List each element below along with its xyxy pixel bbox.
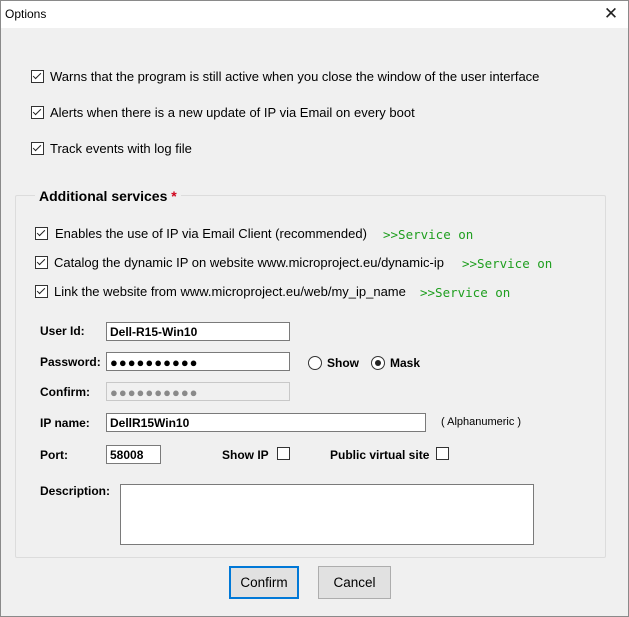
port-label: Port: xyxy=(40,448,68,462)
service-catalog-label: Catalog the dynamic IP on website www.mi… xyxy=(54,255,444,270)
service-catalog-checkbox[interactable] xyxy=(35,256,48,269)
public-virtual-site-checkbox[interactable] xyxy=(436,447,449,460)
track-events-label: Track events with log file xyxy=(50,141,192,156)
confirm-password-label: Confirm: xyxy=(40,385,90,399)
service-email-client-checkbox[interactable] xyxy=(35,227,48,240)
description-label: Description: xyxy=(40,484,111,498)
user-id-label: User Id: xyxy=(40,324,85,338)
public-virtual-site-label: Public virtual site xyxy=(330,448,430,462)
service-email-client-label: Enables the use of IP via Email Client (… xyxy=(55,226,367,241)
warn-active-checkbox[interactable] xyxy=(31,70,44,83)
show-password-label: Show xyxy=(327,356,359,370)
title-bar: Options ✕ xyxy=(1,1,628,28)
user-id-input[interactable]: Dell-R15-Win10 xyxy=(106,322,290,341)
port-input[interactable]: 58008 xyxy=(106,445,161,464)
required-marker: * xyxy=(171,188,177,204)
cancel-button[interactable]: Cancel xyxy=(318,566,391,599)
password-label: Password: xyxy=(40,355,101,369)
service-catalog-status: >>Service on xyxy=(462,256,553,271)
password-input[interactable]: ●●●●●●●●●● xyxy=(106,352,290,371)
mask-password-radio[interactable] xyxy=(371,356,385,370)
confirm-button[interactable]: Confirm xyxy=(229,566,299,599)
confirm-password-input: ●●●●●●●●●● xyxy=(106,382,290,401)
close-icon[interactable]: ✕ xyxy=(600,3,622,25)
ip-name-hint: ( Alphanumeric ) xyxy=(441,416,522,428)
service-link-website-checkbox[interactable] xyxy=(35,285,48,298)
service-email-client-status: >>Service on xyxy=(383,227,474,242)
show-password-radio[interactable] xyxy=(308,356,322,370)
track-events-checkbox[interactable] xyxy=(31,142,44,155)
alert-update-label: Alerts when there is a new update of IP … xyxy=(50,105,415,120)
ip-name-input[interactable]: DellR15Win10 xyxy=(106,413,426,432)
mask-password-label: Mask xyxy=(390,356,421,370)
service-link-website-label: Link the website from www.microproject.e… xyxy=(54,284,406,299)
options-dialog: Options ✕ Warns that the program is stil… xyxy=(0,0,629,617)
service-link-website-status: >>Service on xyxy=(420,285,511,300)
show-ip-label: Show IP xyxy=(222,448,269,462)
window-title: Options xyxy=(5,7,47,21)
group-title-text: Additional services xyxy=(39,188,168,204)
additional-services-title: Additional services * xyxy=(35,188,181,204)
show-ip-checkbox[interactable] xyxy=(277,447,290,460)
alert-update-checkbox[interactable] xyxy=(31,106,44,119)
warn-active-label: Warns that the program is still active w… xyxy=(50,69,540,84)
description-textarea[interactable] xyxy=(120,484,534,545)
ip-name-label: IP name: xyxy=(40,416,90,430)
